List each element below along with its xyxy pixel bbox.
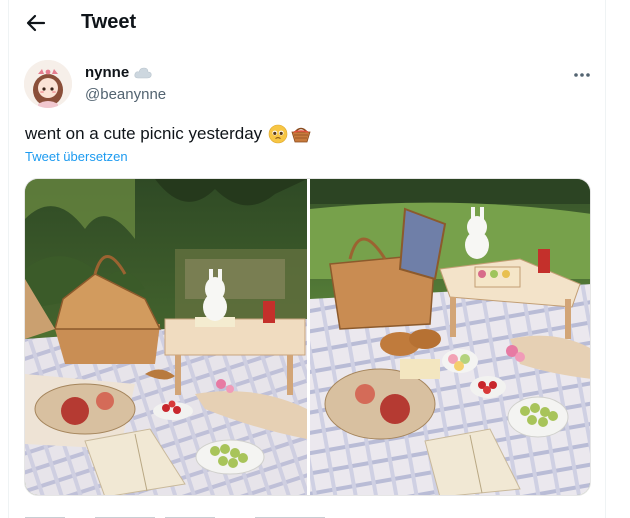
avatar[interactable] — [24, 60, 72, 108]
user-handle[interactable]: @beanynne — [85, 86, 166, 103]
tweet-author: nynne @beanynne — [24, 60, 606, 110]
cloud-icon — [134, 67, 152, 78]
photo-left[interactable] — [25, 179, 307, 495]
tweet-meta-row — [25, 508, 345, 518]
media-grid — [24, 178, 591, 496]
tweet-text: went on a cute picnic yesterday — [25, 124, 312, 144]
more-options-button[interactable] — [572, 67, 592, 83]
back-button[interactable] — [24, 11, 48, 35]
more-icon — [574, 73, 590, 77]
arrow-left-icon — [26, 14, 46, 32]
basket-icon — [291, 127, 311, 143]
picnic-photo-left — [25, 179, 307, 495]
display-name[interactable]: nynne — [85, 64, 129, 81]
translate-link[interactable]: Tweet übersetzen — [25, 149, 128, 164]
photo-right[interactable] — [310, 179, 590, 495]
page-header: Tweet — [8, 0, 606, 46]
name-row[interactable]: nynne — [85, 64, 152, 81]
anime-girl-avatar — [24, 60, 72, 108]
pleading-face-icon — [268, 124, 288, 144]
page-title: Tweet — [81, 11, 137, 33]
tweet-body: went on a cute picnic yesterday — [25, 124, 263, 143]
picnic-photo-right — [310, 179, 590, 495]
